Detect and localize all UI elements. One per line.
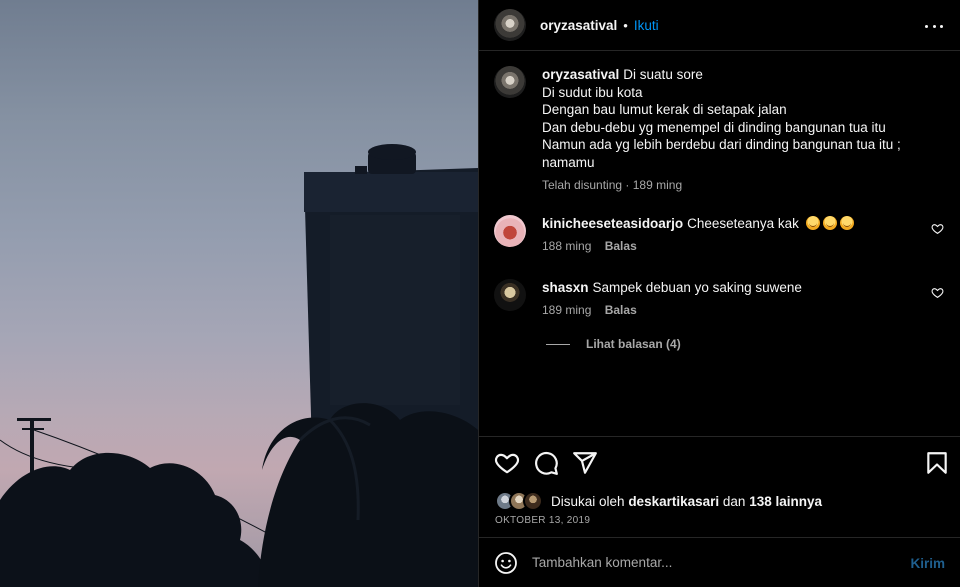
view-replies-button[interactable]: Lihat balasan (4)	[546, 337, 681, 351]
comment-like-heart-icon[interactable]	[931, 222, 944, 235]
post-actions-section: Disukai oleh deskartikasari dan 138 lain…	[479, 436, 960, 537]
comment-composer: Kirim	[479, 537, 960, 587]
follow-button[interactable]: Ikuti	[634, 18, 659, 33]
comment-item: kinicheeseteasidoarjo Cheeseteanya kak 18…	[494, 215, 954, 253]
emoji-icon[interactable]	[494, 551, 518, 575]
edited-label: Telah disunting	[542, 177, 623, 192]
caption-line: Dengan bau lumut kerak di setapak jalan	[542, 102, 787, 118]
more-options-icon[interactable]	[925, 17, 943, 35]
comment-like-heart-icon[interactable]	[931, 286, 944, 299]
caption-line: Di sudut ibu kota	[542, 84, 643, 100]
comments-list[interactable]: oryzasatival Di suatu sore Di sudut ibu k…	[479, 52, 960, 435]
comment-time[interactable]: 188 ming	[542, 239, 591, 253]
likes-conjunction: dan	[722, 493, 746, 509]
comment-body: kinicheeseteasidoarjo Cheeseteanya kak 18…	[542, 215, 922, 253]
smiling-face-icon	[822, 216, 837, 230]
heart-icon[interactable]	[494, 450, 520, 476]
liker-avatar	[523, 491, 543, 511]
comment-meta: 188 ming Balas	[542, 239, 922, 253]
smiling-face-icon	[805, 216, 820, 230]
send-icon[interactable]	[572, 450, 598, 476]
caption-avatar[interactable]	[494, 66, 526, 98]
likes-others-link[interactable]: 138 lainnya	[749, 494, 822, 509]
photo-scene	[0, 144, 478, 587]
likes-text: Disukai oleh deskartikasari dan 138 lain…	[551, 494, 822, 509]
caption-line: Di suatu sore	[623, 67, 703, 82]
caption-line: Namun ada yg lebih berdebu dari dinding …	[542, 137, 901, 153]
post-header: oryzasatival • Ikuti	[479, 0, 960, 51]
caption-text-block: oryzasatival Di suatu sore Di sudut ibu k…	[542, 66, 901, 192]
meta-separator: ·	[625, 177, 630, 192]
post-comment-button[interactable]: Kirim	[910, 556, 945, 571]
reply-button[interactable]: Balas	[605, 303, 637, 317]
comment-body: shasxn Sampek debuan yo saking suwene 189…	[542, 279, 922, 317]
comment-meta: 189 ming Balas	[542, 303, 922, 317]
likes-prefix: Disukai oleh	[551, 493, 625, 509]
post-date[interactable]: OKTOBER 13, 2019	[495, 515, 590, 526]
likes-summary: Disukai oleh deskartikasari dan 138 lain…	[495, 491, 822, 511]
liker-username[interactable]: deskartikasari	[628, 494, 719, 509]
commenter-username[interactable]: shasxn	[542, 280, 589, 295]
caption-username[interactable]: oryzasatival	[542, 67, 619, 82]
post-caption: oryzasatival Di suatu sore Di sudut ibu k…	[494, 66, 944, 192]
commenter-username[interactable]: kinicheeseteasidoarjo	[542, 216, 683, 231]
caption-line: Dan debu-debu yg menempel di dinding ban…	[542, 119, 886, 135]
comment-input[interactable]	[532, 555, 892, 570]
view-replies-label: Lihat balasan (4)	[586, 337, 681, 351]
commenter-avatar[interactable]	[494, 279, 526, 311]
post-photo[interactable]	[0, 0, 478, 587]
caption-meta: Telah disunting · 189 ming	[542, 178, 901, 192]
bookmark-icon[interactable]	[924, 450, 950, 476]
caption-time[interactable]: 189 ming	[633, 178, 682, 192]
liker-avatars	[495, 491, 547, 511]
comment-item: shasxn Sampek debuan yo saking suwene 189…	[494, 279, 954, 317]
replies-divider	[546, 343, 570, 345]
comment-time[interactable]: 189 ming	[542, 303, 591, 317]
reply-button[interactable]: Balas	[605, 239, 637, 253]
comment-text: Sampek debuan yo saking suwene	[592, 280, 802, 295]
smiling-face-icon	[839, 216, 854, 230]
comment-text: Cheeseteanya kak	[687, 216, 799, 231]
caption-line: namamu	[542, 154, 595, 170]
comment-icon[interactable]	[533, 450, 559, 476]
post-panel: oryzasatival • Ikuti oryzasatival Di suat…	[478, 0, 960, 587]
action-bar	[494, 450, 949, 476]
author-avatar[interactable]	[494, 9, 526, 41]
author-username[interactable]: oryzasatival	[540, 18, 617, 33]
header-separator: •	[623, 17, 628, 33]
commenter-avatar[interactable]	[494, 215, 526, 247]
